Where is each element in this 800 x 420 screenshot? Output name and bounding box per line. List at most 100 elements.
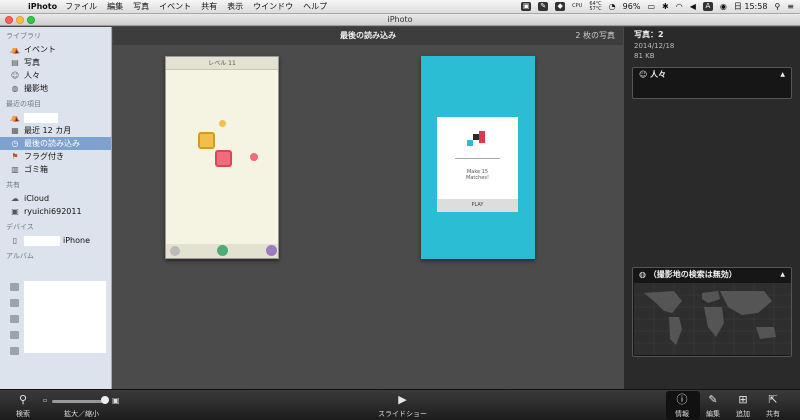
album-icon[interactable] <box>10 331 19 339</box>
edit-label: 編集 <box>706 410 720 418</box>
sidebar-item-label: 最近 12 カ月 <box>24 126 72 135</box>
album-icon[interactable] <box>10 299 19 307</box>
album-icon[interactable] <box>10 283 19 291</box>
menu-help[interactable]: ヘルプ <box>303 1 327 12</box>
sidebar-item-label: 写真 <box>24 58 40 67</box>
menu-file[interactable]: ファイル <box>65 1 97 12</box>
battery-icon[interactable]: ▭ <box>647 2 655 11</box>
info-button[interactable]: ⓘ 情報 <box>675 393 689 419</box>
dropbox-icon[interactable]: ◆ <box>555 2 566 11</box>
photo-thumbnail[interactable]: Make 15 Matches! PLAY <box>421 56 535 259</box>
albums-header: アルバム <box>6 252 34 260</box>
slideshow-button[interactable]: ▶ スライドショー <box>378 393 427 419</box>
search-button[interactable]: ⚲ 検索 <box>16 393 30 419</box>
window-title: iPhoto <box>387 15 413 24</box>
sidebar-item-iphone[interactable]: ▯ iPhone <box>0 234 111 247</box>
world-map-svg <box>634 283 791 355</box>
sidebar-item-places[interactable]: ◍ 撮影地 <box>0 82 111 95</box>
sidebar-item-recent-event[interactable]: ⛺ <box>0 111 111 124</box>
sidebar-item-people[interactable]: ☺ 人々 <box>0 69 111 82</box>
album-icon[interactable] <box>10 347 19 355</box>
add-button[interactable]: ⊞ 追加 <box>736 393 750 419</box>
trash-icon: ▥ <box>11 164 19 174</box>
sidebar-item-label: イベント <box>24 45 56 54</box>
game-footer <box>166 244 278 258</box>
people-header[interactable]: ☺ 人々 ▲ <box>633 68 791 82</box>
clock[interactable]: 日 15:58 <box>734 1 768 12</box>
sidebar-item-photos[interactable]: ▤ 写真 <box>0 56 111 69</box>
devices-header: デバイス <box>6 223 34 231</box>
red-dot <box>250 153 258 161</box>
menu-bar: iPhoto ファイル 編集 写真 イベント 共有 表示 ウインドウ ヘルプ ▣… <box>0 0 800 14</box>
redacted-event-name <box>24 112 58 123</box>
collapse-arrow-icon[interactable]: ▲ <box>780 68 785 82</box>
menu-events[interactable]: イベント <box>159 1 191 12</box>
status-app-icon[interactable]: ▣ <box>521 2 532 11</box>
people-section: ☺ 人々 ▲ <box>632 67 792 99</box>
last-import-icon: ◷ <box>11 138 19 148</box>
sidebar-item-events[interactable]: ⛺ イベント <box>0 43 111 56</box>
logo-square-blue <box>467 140 473 146</box>
status-area: ▣ ✎ ◆ CPU 64°C 57°C ◔ 96% ▭ ✱ ◠ ◀ A ◉ 日 1… <box>521 1 794 12</box>
zoom-in-icon[interactable]: ▣ <box>112 396 120 405</box>
flag-icon: ⚑ <box>11 151 19 161</box>
sidebar-item-label: ryuichi692011 <box>24 207 82 216</box>
play-button: PLAY <box>437 199 518 212</box>
sidebar-item-shared-stream[interactable]: ▣ ryuichi692011 <box>0 205 111 218</box>
minimize-button[interactable] <box>16 16 24 24</box>
bluetooth-icon[interactable]: ✱ <box>662 2 669 11</box>
game-card: Make 15 Matches! PLAY <box>437 117 518 212</box>
wifi-icon[interactable]: ◠ <box>676 2 683 11</box>
menu-view[interactable]: 表示 <box>227 1 243 12</box>
photo-thumbnail[interactable]: レベル 11 <box>165 56 279 259</box>
album-icons <box>10 283 19 363</box>
zoom-out-icon[interactable]: ▫ <box>43 397 47 404</box>
sidebar-item-trash[interactable]: ▥ ゴミ箱 <box>0 163 111 176</box>
edit-button[interactable]: ✎ 編集 <box>706 393 720 419</box>
recent-header: 最近の項目 <box>6 100 41 108</box>
places-section: ◍ （撮影地の検索は無効） ▲ <box>632 267 792 357</box>
time-machine-icon[interactable]: ◔ <box>609 2 616 11</box>
share-button[interactable]: ⇱ 共有 <box>766 393 780 419</box>
plus-icon: ⊞ <box>738 393 748 406</box>
globe-icon: ◍ <box>639 270 649 279</box>
yellow-tile <box>198 132 215 149</box>
user-icon[interactable]: ◉ <box>720 2 727 11</box>
notification-center-icon[interactable]: ≡ <box>787 2 794 11</box>
iphoto-window: iPhoto ファイル 編集 写真 イベント 共有 表示 ウインドウ ヘルプ ▣… <box>0 0 800 420</box>
input-mode[interactable]: A <box>702 2 713 11</box>
places-header[interactable]: ◍ （撮影地の検索は無効） ▲ <box>633 268 791 282</box>
info-panel: 写真：2 2014/12/18 81 KB ☺ 人々 ▲ ◍ （撮影地の検索は無効… <box>624 27 800 389</box>
album-icon[interactable] <box>10 315 19 323</box>
menu-window[interactable]: ウインドウ <box>253 1 293 12</box>
shared-header: 共有 <box>6 181 20 189</box>
volume-icon[interactable]: ◀ <box>690 2 696 11</box>
calendar-icon: ▦ <box>11 125 19 135</box>
menu-share[interactable]: 共有 <box>201 1 217 12</box>
zoom-button[interactable] <box>27 16 35 24</box>
sidebar-item-last-import[interactable]: ◷ 最後の読み込み <box>0 137 111 150</box>
zoom-label: 拡大／縮小 <box>64 410 99 418</box>
info-photo-count: 写真：2 <box>634 30 664 39</box>
menu-photos[interactable]: 写真 <box>133 1 149 12</box>
app-menu[interactable]: iPhoto <box>28 2 57 11</box>
sidebar-item-flagged[interactable]: ⚑ フラグ付き <box>0 150 111 163</box>
restart-icon <box>217 245 228 256</box>
sidebar-item-icloud[interactable]: ☁ iCloud <box>0 192 111 205</box>
sidebar-item-label: ゴミ箱 <box>24 165 48 174</box>
temp2-value: 57°C <box>589 5 602 12</box>
collapse-arrow-icon[interactable]: ▲ <box>780 268 785 282</box>
spotlight-icon[interactable]: ⚲ <box>774 2 780 11</box>
events-icon: ⛺ <box>10 44 20 54</box>
share-label: 共有 <box>766 410 780 418</box>
cpu-temp[interactable]: 64°C 57°C <box>589 1 602 12</box>
sidebar-item-last-12-months[interactable]: ▦ 最近 12 カ月 <box>0 124 111 137</box>
browser-header: 最後の読み込み 2 枚の写真 <box>113 27 623 45</box>
close-button[interactable] <box>5 16 13 24</box>
people-label: 人々 <box>650 70 667 79</box>
redacted-device-name <box>24 235 60 246</box>
zoom-slider-knob[interactable] <box>101 396 109 404</box>
menu-edit[interactable]: 編集 <box>107 1 123 12</box>
zoom-slider[interactable] <box>52 400 108 403</box>
evernote-icon[interactable]: ✎ <box>538 2 549 11</box>
